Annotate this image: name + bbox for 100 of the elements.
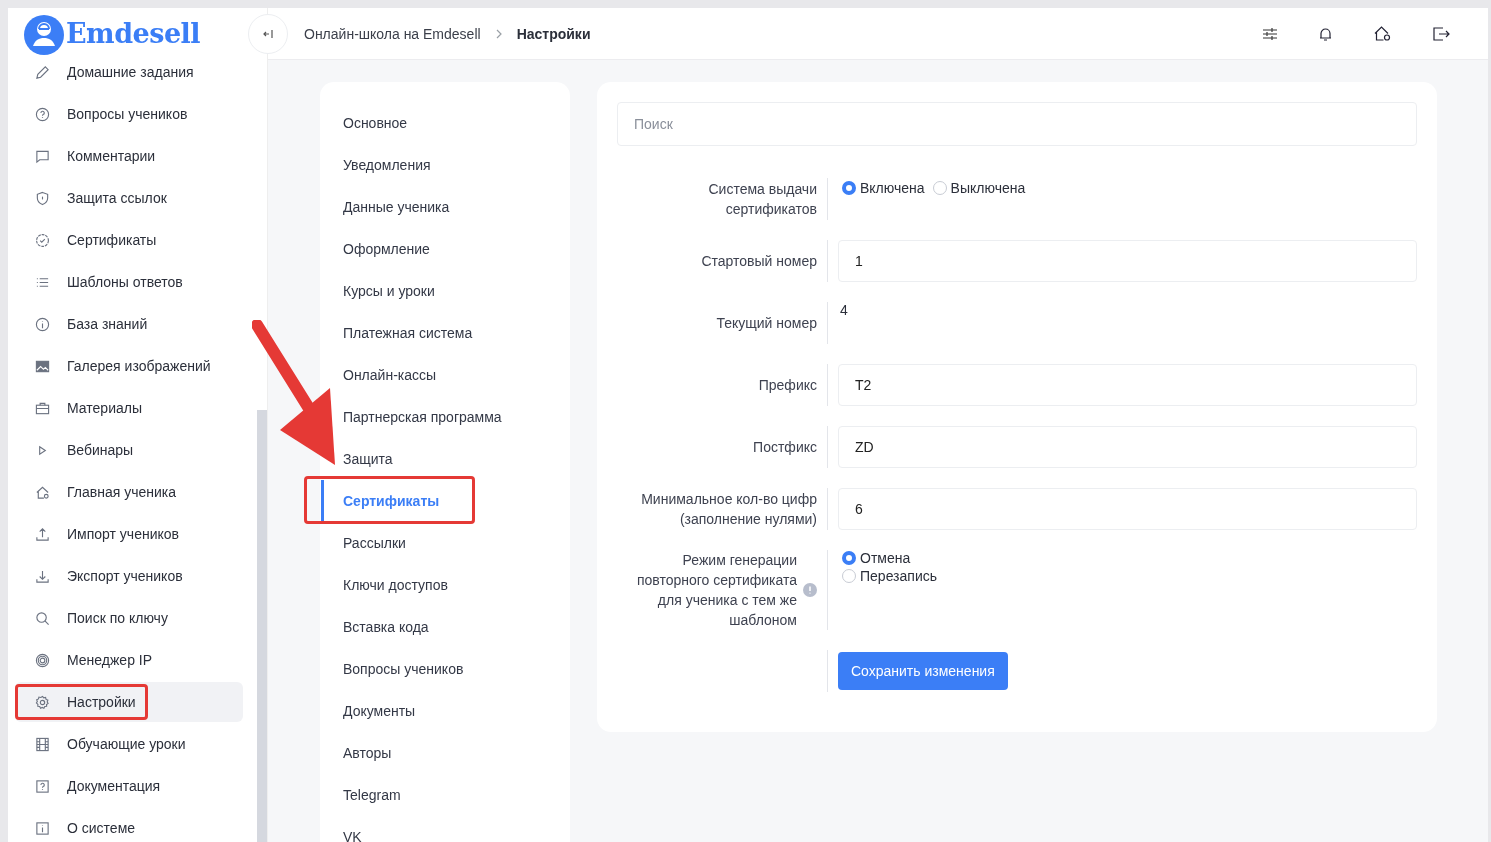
sidebar-item-label: Домашние задания bbox=[67, 64, 194, 80]
info-icon bbox=[35, 316, 50, 332]
field-label: Постфикс bbox=[753, 438, 817, 457]
settings-nav-item[interactable]: Telegram bbox=[343, 787, 401, 803]
settings-nav-item[interactable]: Защита bbox=[343, 451, 393, 467]
breadcrumb-link[interactable]: Онлайн-школа на Emdesell bbox=[304, 25, 481, 42]
field-label: Текущий номер bbox=[716, 314, 817, 333]
sidebar-item-label: Комментарии bbox=[67, 148, 156, 164]
home-icon bbox=[35, 484, 50, 500]
sidebar-item[interactable]: Домашние задания bbox=[15, 52, 243, 92]
check-badge-icon bbox=[35, 232, 50, 248]
settings-nav-item[interactable]: Документы bbox=[343, 703, 416, 719]
bell-icon[interactable] bbox=[1319, 26, 1332, 41]
text-input[interactable]: ZD bbox=[838, 426, 1417, 468]
sidebar-item[interactable]: Материалы bbox=[15, 388, 243, 428]
sidebar-item-label: Сертификаты bbox=[67, 232, 157, 248]
search-field[interactable]: Поиск bbox=[617, 102, 1417, 146]
settings-nav-item[interactable]: Ключи доступов bbox=[343, 577, 448, 593]
settings-nav-item[interactable]: Рассылки bbox=[343, 535, 406, 551]
settings-nav-item[interactable]: Данные ученика bbox=[343, 199, 450, 215]
breadcrumb-link[interactable]: Настройки bbox=[516, 25, 591, 42]
logo-icon bbox=[24, 14, 64, 55]
active-indicator bbox=[321, 480, 324, 522]
settings-nav-item[interactable]: Уведомления bbox=[343, 157, 431, 173]
question-icon bbox=[35, 106, 50, 122]
sidebar-item[interactable]: База знаний bbox=[15, 304, 243, 344]
sidebar-item-label: Главная ученика bbox=[67, 484, 177, 500]
field-label: Минимальное кол-во цифр (заполнение нулями) bbox=[640, 490, 817, 529]
shield-icon bbox=[35, 190, 50, 206]
sidebar-item-label: Вебинары bbox=[67, 442, 134, 458]
sidebar-item[interactable]: Обучающие уроки bbox=[15, 724, 243, 764]
sidebar-item-label: Шаблоны ответов bbox=[67, 274, 183, 290]
text-input[interactable]: 6 bbox=[838, 488, 1417, 530]
sidebar-item[interactable]: Защита ссылок bbox=[15, 178, 243, 218]
sidebar-item[interactable]: Сертификаты bbox=[15, 220, 243, 260]
sidebar-item[interactable]: Главная ученика bbox=[15, 472, 243, 512]
sidebar-item[interactable]: Комментарии bbox=[15, 136, 243, 176]
logo-text: Emdesell bbox=[66, 18, 201, 49]
sidebar-item[interactable]: Поиск по ключу bbox=[15, 598, 243, 638]
scrollbar[interactable] bbox=[257, 410, 267, 842]
sidebar-item[interactable]: Галерея изображений bbox=[15, 346, 243, 386]
sliders-icon[interactable] bbox=[1263, 27, 1277, 40]
radio-option[interactable]: Отмена bbox=[842, 550, 937, 566]
settings-nav-item[interactable]: Сертификаты bbox=[343, 493, 440, 509]
download-icon bbox=[35, 568, 50, 584]
help-icon bbox=[35, 778, 50, 794]
sidebar-item[interactable]: Экспорт учеников bbox=[15, 556, 243, 596]
radio-option[interactable]: Выключена bbox=[932, 180, 1026, 196]
sidebar-item-label: Защита ссылок bbox=[67, 190, 167, 206]
text-input[interactable]: T2 bbox=[838, 364, 1417, 406]
settings-nav-item[interactable]: Онлайн-кассы bbox=[343, 367, 437, 383]
collapse-icon bbox=[262, 28, 274, 40]
settings-nav-item[interactable]: Авторы bbox=[343, 745, 392, 761]
sidebar-item[interactable]: Шаблоны ответов bbox=[15, 262, 243, 302]
sidebar-item[interactable]: Вопросы учеников bbox=[15, 94, 243, 134]
settings-nav-item[interactable]: Оформление bbox=[343, 241, 430, 257]
settings-nav-item[interactable]: Курсы и уроки bbox=[343, 283, 435, 299]
sidebar-item-label: Документация bbox=[67, 778, 161, 794]
comment-icon bbox=[35, 148, 50, 164]
sidebar-item[interactable]: Менеджер IP bbox=[15, 640, 243, 680]
sidebar-item-label: Импорт учеников bbox=[67, 526, 179, 542]
sidebar-item[interactable]: Импорт учеников bbox=[15, 514, 243, 554]
settings-nav-item[interactable]: Вставка кода bbox=[343, 619, 429, 635]
logout-icon[interactable] bbox=[1433, 26, 1450, 41]
sidebar-item[interactable]: Вебинары bbox=[15, 430, 243, 470]
sidebar-item-label: Обучающие уроки bbox=[67, 736, 186, 752]
field-label: Система выдачи сертификатов bbox=[707, 180, 817, 219]
film-icon bbox=[35, 736, 50, 752]
field-label: Стартовый номер bbox=[701, 252, 817, 271]
radio-option[interactable]: Перезапись bbox=[842, 568, 937, 584]
sidebar-item[interactable]: Документация bbox=[15, 766, 243, 806]
sidebar-item-label: Менеджер IP bbox=[67, 652, 153, 668]
sidebar-item-label: Материалы bbox=[67, 400, 142, 416]
field-label: Префикс bbox=[758, 376, 817, 395]
sidebar-item[interactable]: О системе bbox=[15, 808, 243, 842]
sidebar-item-label: База знаний bbox=[67, 316, 148, 332]
settings-nav-item[interactable]: Основное bbox=[343, 115, 408, 131]
sidebar-item-label: Вопросы учеников bbox=[67, 106, 188, 122]
sidebar-item-label: Поиск по ключу bbox=[67, 610, 168, 626]
target-icon bbox=[35, 652, 50, 668]
sidebar-item[interactable]: Настройки bbox=[15, 682, 243, 722]
field-label: Режим генерации повторного сертификата для ученика с тем же шаблоном bbox=[635, 551, 797, 630]
sidebar-item-label: Галерея изображений bbox=[67, 358, 211, 374]
settings-nav-item[interactable]: Партнерская программа bbox=[343, 409, 502, 425]
home-icon[interactable] bbox=[1374, 26, 1391, 41]
upload-icon bbox=[35, 526, 50, 542]
settings-nav-item[interactable]: VK bbox=[343, 829, 362, 842]
image-icon bbox=[35, 358, 50, 374]
settings-nav-item[interactable]: Вопросы учеников bbox=[343, 661, 464, 677]
text-input[interactable]: 1 bbox=[838, 240, 1417, 282]
sidebar-item-label: О системе bbox=[67, 820, 136, 836]
sidebar-item-label: Настройки bbox=[67, 694, 136, 710]
settings-nav-item[interactable]: Платежная система bbox=[343, 325, 473, 341]
sidebar-item-label: Экспорт учеников bbox=[67, 568, 183, 584]
chevron-right-icon bbox=[494, 28, 503, 39]
radio-option[interactable]: Включена bbox=[842, 180, 925, 196]
save-button[interactable]: Сохранить изменения bbox=[838, 652, 1008, 690]
briefcase-icon bbox=[35, 400, 50, 416]
about-icon bbox=[35, 820, 50, 836]
search-icon bbox=[35, 610, 50, 626]
